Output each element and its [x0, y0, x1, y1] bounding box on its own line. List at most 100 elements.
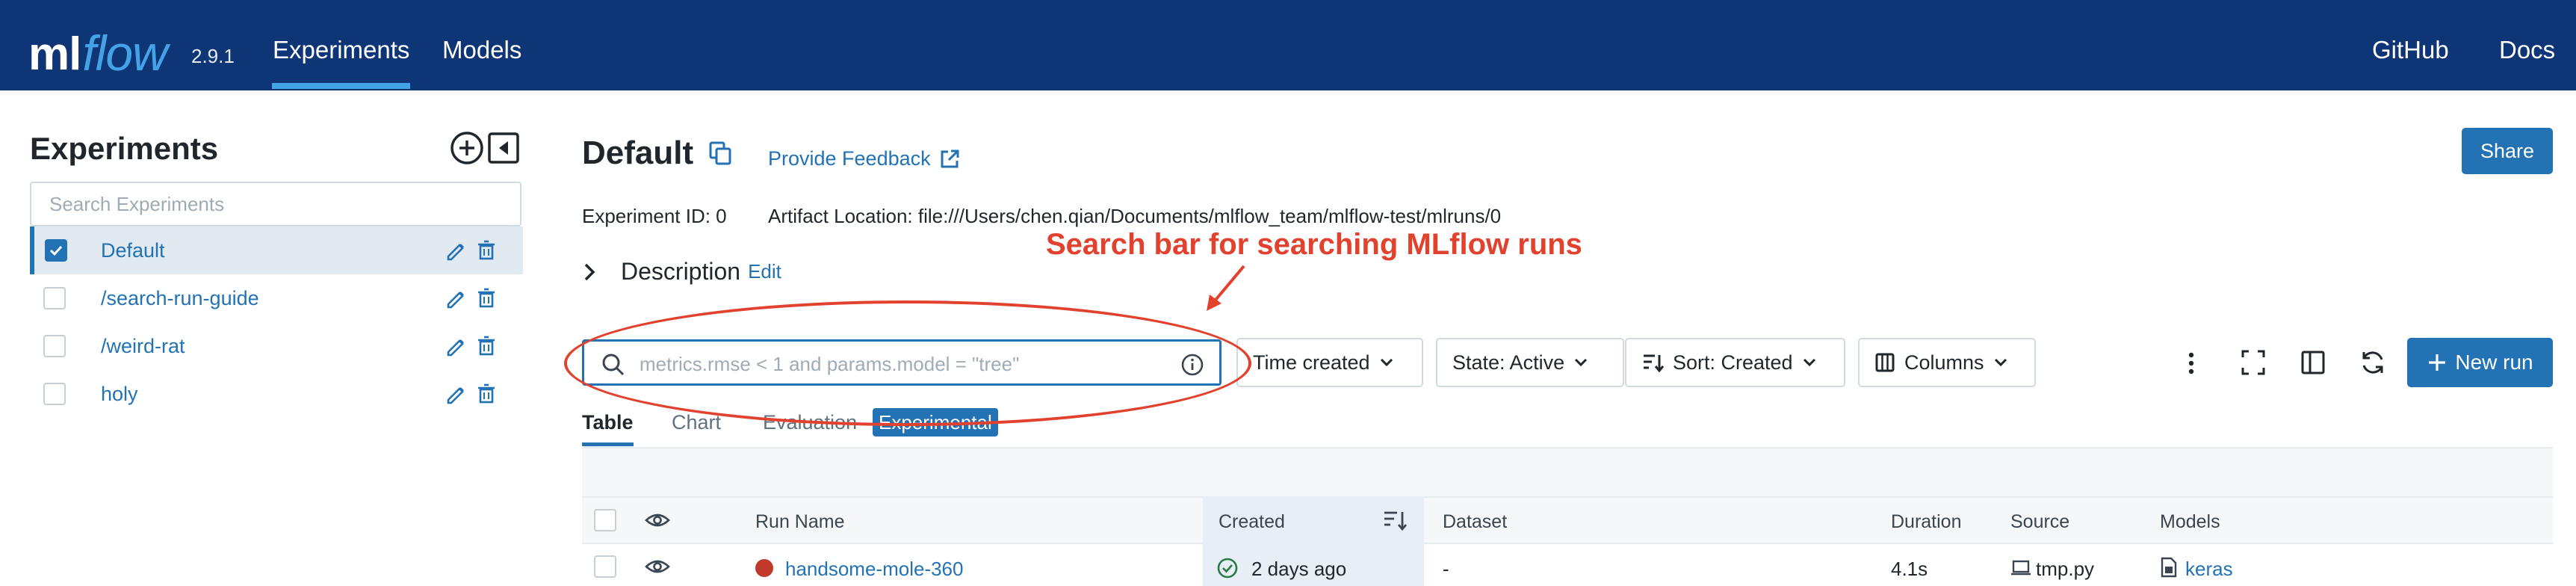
run-dataset: -: [1443, 558, 1449, 580]
annotation-text: Search bar for searching MLflow runs: [1046, 228, 1582, 261]
description-edit-link[interactable]: Edit: [748, 260, 781, 283]
new-run-label: New run: [2455, 351, 2533, 374]
new-run-button[interactable]: New run: [2407, 338, 2553, 387]
experimental-badge: Experimental: [873, 408, 998, 437]
run-search-input[interactable]: metrics.rmse < 1 and params.model = "tre…: [582, 339, 1222, 386]
external-link-icon: [941, 149, 959, 167]
run-name-link[interactable]: handsome-mole-360: [785, 558, 963, 581]
column-header-source[interactable]: Source: [2010, 511, 2069, 533]
time-created-dropdown[interactable]: Time created: [1236, 338, 1423, 387]
nav-tab-experiments[interactable]: Experiments: [271, 36, 411, 89]
refresh-icon[interactable]: [2359, 348, 2387, 377]
plus-icon: [2429, 354, 2446, 371]
trash-icon[interactable]: [477, 336, 496, 357]
collapse-sidebar-button[interactable]: [487, 132, 520, 164]
page-title: Default: [582, 135, 694, 171]
table-header-row: [582, 496, 2553, 544]
laptop-icon: [2011, 560, 2031, 576]
top-navigation-bar: ml flow 2.9.1 Experiments Models GitHub …: [0, 0, 2576, 90]
version-label: 2.9.1: [191, 45, 235, 67]
mlflow-logo[interactable]: ml flow: [28, 10, 168, 81]
pencil-icon[interactable]: [444, 238, 468, 262]
eye-icon[interactable]: [644, 511, 671, 530]
fullscreen-icon[interactable]: [2240, 348, 2267, 377]
docs-link[interactable]: Docs: [2499, 36, 2555, 64]
logo-ml-text: ml: [28, 28, 81, 80]
annotation-arrow: [1207, 265, 1245, 311]
sort-descending-icon[interactable]: [1382, 508, 1408, 532]
sidebar-toggle-icon[interactable]: [2300, 348, 2326, 377]
time-created-label: Time created: [1253, 351, 1370, 374]
check-circle-icon: [1217, 558, 1238, 579]
experiment-label: holy: [101, 382, 138, 405]
chevron-right-icon[interactable]: [582, 262, 597, 282]
trash-icon[interactable]: [477, 240, 496, 261]
columns-icon: [1875, 353, 1895, 372]
experiment-item-search-run-guide[interactable]: /search-run-guide: [30, 274, 523, 322]
tab-table[interactable]: Table: [582, 411, 634, 446]
run-color-dot[interactable]: [755, 559, 773, 577]
plus-circle-icon: [451, 132, 483, 164]
run-search-placeholder: metrics.rmse < 1 and params.model = "tre…: [640, 353, 1020, 375]
chevron-down-icon: [1575, 358, 1588, 367]
artifact-location: Artifact Location: file:///Users/chen.qi…: [768, 205, 1502, 227]
copy-icon[interactable]: [708, 141, 732, 166]
experiment-checkbox[interactable]: [45, 239, 67, 262]
sort-dropdown[interactable]: Sort: Created: [1625, 338, 1845, 387]
nav-tab-models[interactable]: Models: [442, 36, 521, 64]
table-toolbar-band: [582, 447, 2553, 496]
description-row: Description Edit: [582, 258, 781, 286]
chevron-down-icon: [1994, 358, 2007, 367]
column-header-created[interactable]: Created: [1219, 511, 1285, 533]
search-experiments-input[interactable]: [30, 182, 521, 226]
state-label: State: Active: [1452, 351, 1565, 374]
columns-label: Columns: [1904, 351, 1984, 374]
experiment-checkbox[interactable]: [43, 287, 66, 309]
state-dropdown[interactable]: State: Active: [1436, 338, 1624, 387]
column-header-dataset[interactable]: Dataset: [1443, 511, 1507, 533]
trash-icon[interactable]: [477, 288, 496, 309]
model-icon: [2161, 557, 2177, 578]
run-model-link[interactable]: keras: [2185, 558, 2233, 581]
experiment-label: Default: [101, 238, 165, 262]
select-all-checkbox[interactable]: [594, 509, 616, 531]
run-created: 2 days ago: [1251, 558, 1347, 580]
sort-label: Sort: Created: [1673, 351, 1793, 374]
checkmark-icon: [49, 245, 63, 256]
logo-flow-text: flow: [82, 25, 167, 81]
column-header-duration[interactable]: Duration: [1891, 511, 1962, 533]
provide-feedback-label: Provide Feedback: [768, 147, 931, 170]
columns-dropdown[interactable]: Columns: [1858, 338, 2036, 387]
tab-chart[interactable]: Chart: [672, 411, 721, 434]
experiment-item-weird-rat[interactable]: /weird-rat: [30, 322, 523, 370]
more-options-icon[interactable]: [2180, 348, 2202, 378]
tab-evaluation[interactable]: Evaluation: [763, 411, 857, 434]
chevron-down-icon: [1380, 358, 1393, 367]
add-experiment-button[interactable]: [450, 131, 484, 165]
sort-icon: [1644, 354, 1664, 373]
chevron-down-icon: [1803, 358, 1815, 367]
experiment-label: /weird-rat: [101, 334, 185, 357]
pencil-icon[interactable]: [444, 382, 468, 406]
row-checkbox[interactable]: [594, 555, 616, 578]
eye-icon[interactable]: [644, 557, 671, 576]
share-button[interactable]: Share: [2462, 128, 2553, 174]
experiment-checkbox[interactable]: [43, 335, 66, 357]
sidebar-title: Experiments: [30, 131, 219, 166]
experiment-item-default[interactable]: Default: [30, 226, 523, 274]
experiment-checkbox[interactable]: [43, 383, 66, 405]
pencil-icon[interactable]: [444, 334, 468, 358]
experiment-id: Experiment ID: 0: [582, 205, 727, 227]
column-header-run-name[interactable]: Run Name: [755, 511, 845, 533]
info-icon[interactable]: [1180, 353, 1204, 377]
trash-icon[interactable]: [477, 383, 496, 404]
description-label[interactable]: Description: [621, 258, 740, 286]
experiment-item-holy[interactable]: holy: [30, 370, 523, 418]
column-header-models[interactable]: Models: [2160, 511, 2220, 533]
pencil-icon[interactable]: [444, 286, 468, 310]
provide-feedback-link[interactable]: Provide Feedback: [768, 147, 961, 170]
run-source[interactable]: tmp.py: [2036, 558, 2094, 581]
experiment-label: /search-run-guide: [101, 286, 259, 309]
github-link[interactable]: GitHub: [2372, 36, 2449, 64]
run-duration: 4.1s: [1891, 558, 1928, 580]
